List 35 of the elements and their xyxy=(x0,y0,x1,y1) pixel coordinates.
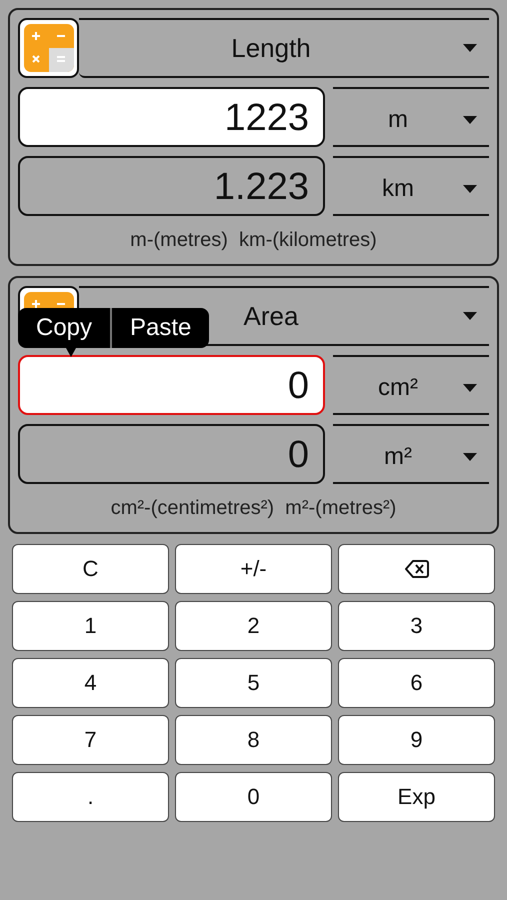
caret-icon xyxy=(463,185,477,193)
caret-icon xyxy=(463,312,477,320)
key-button[interactable]: 8 xyxy=(175,715,332,765)
unit-dropdown[interactable]: km xyxy=(333,156,489,216)
unit-dropdown[interactable]: cm² xyxy=(333,355,489,415)
category-dropdown[interactable]: Length xyxy=(79,18,489,78)
key-button[interactable]: 3 xyxy=(338,601,495,651)
backspace-button[interactable] xyxy=(338,544,495,594)
key-button[interactable]: 4 xyxy=(12,658,169,708)
unit-legend: cm²-(centimetres²) m²-(metres²) xyxy=(110,496,396,520)
calculator-icon[interactable] xyxy=(18,18,79,78)
caret-icon xyxy=(463,384,477,392)
key-button[interactable]: 5 xyxy=(175,658,332,708)
key-button[interactable]: 0 xyxy=(175,772,332,822)
unit-legend: m-(metres) km-(kilometres) xyxy=(130,228,377,252)
caret-icon xyxy=(463,453,477,461)
key-button[interactable]: 9 xyxy=(338,715,495,765)
result-field: 1.223 xyxy=(18,156,325,216)
caret-icon xyxy=(463,116,477,124)
key-button[interactable]: C xyxy=(12,544,169,594)
menu-item[interactable]: Paste xyxy=(112,308,210,348)
key-button[interactable]: Exp xyxy=(338,772,495,822)
key-button[interactable]: 6 xyxy=(338,658,495,708)
key-button[interactable]: 1 xyxy=(12,601,169,651)
unit-dropdown[interactable]: m xyxy=(333,87,489,147)
input-field[interactable]: 0 xyxy=(18,355,325,415)
key-button[interactable]: 2 xyxy=(175,601,332,651)
key-button[interactable]: . xyxy=(12,772,169,822)
caret-icon xyxy=(463,44,477,52)
result-field: 0 xyxy=(18,424,325,484)
key-button[interactable]: 7 xyxy=(12,715,169,765)
key-button[interactable]: +/- xyxy=(175,544,332,594)
backspace-icon xyxy=(404,560,428,578)
input-field[interactable]: 1223 xyxy=(18,87,325,147)
unit-dropdown[interactable]: m² xyxy=(333,424,489,484)
